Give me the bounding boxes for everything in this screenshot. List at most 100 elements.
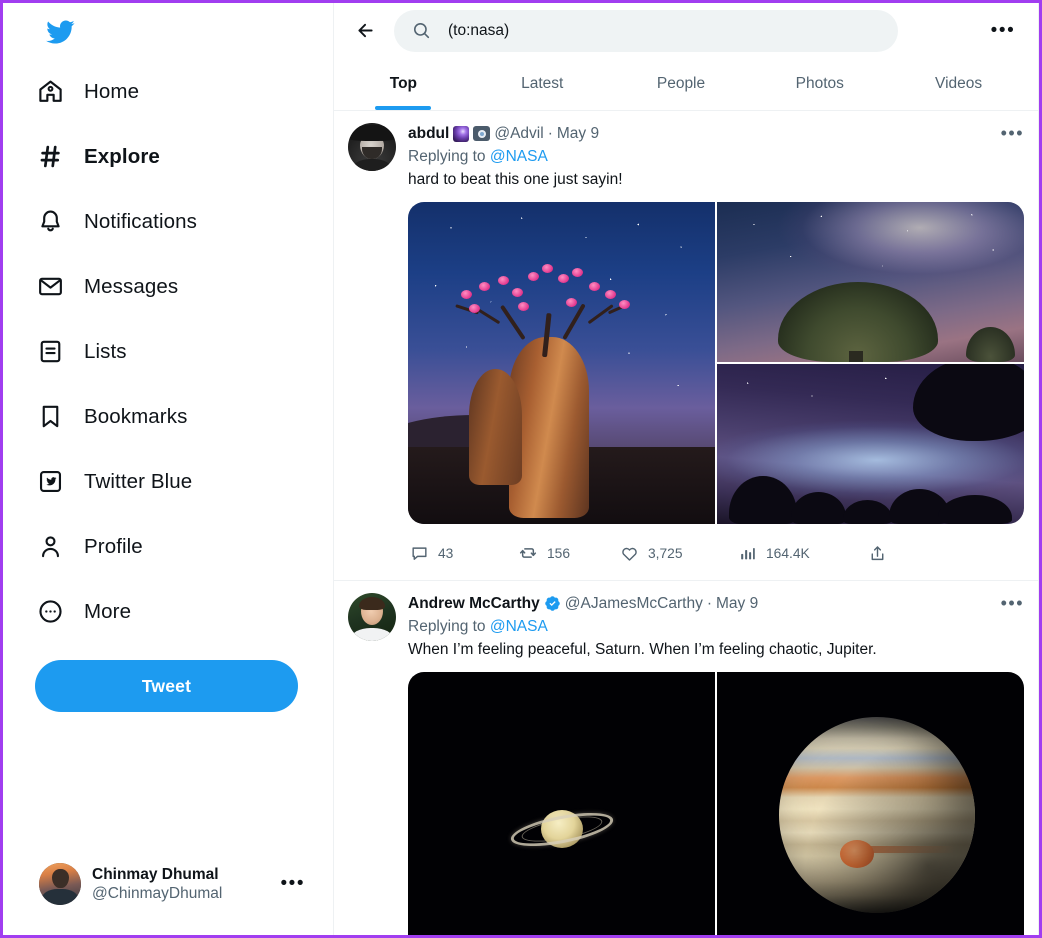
sidebar-item-profile[interactable]: Profile xyxy=(35,514,333,579)
retweet-button[interactable]: 156 xyxy=(518,543,620,563)
tweet-actions: 43 156 3,725 164.4K xyxy=(408,530,1024,576)
comment-icon xyxy=(412,546,427,560)
separator-dot: · xyxy=(706,595,712,612)
heart-icon xyxy=(622,547,637,561)
account-handle: @ChinmayDhumal xyxy=(92,885,223,902)
tweet-author-name[interactable]: abdul xyxy=(408,123,449,144)
tab-latest[interactable]: Latest xyxy=(473,58,612,110)
tab-people[interactable]: People xyxy=(612,58,751,110)
like-button[interactable]: 3,725 xyxy=(620,544,738,563)
retweet-count: 156 xyxy=(547,545,571,561)
tweet-author-handle[interactable]: @AJamesMcCarthy xyxy=(565,593,703,614)
sidebar-item-twitter-blue[interactable]: Twitter Blue xyxy=(35,449,333,514)
views-button[interactable]: 164.4K xyxy=(738,544,868,563)
twitter-bird-icon xyxy=(46,20,75,44)
milky-way-emoji xyxy=(453,125,470,142)
like-count: 3,725 xyxy=(648,545,683,561)
hashtag-icon xyxy=(35,142,65,172)
sidebar-item-home[interactable]: Home xyxy=(35,59,333,124)
tweet-replying-to: Replying to @NASA xyxy=(408,616,1024,637)
sidebar-item-more[interactable]: More xyxy=(35,579,333,644)
sidebar-item-lists[interactable]: Lists xyxy=(35,319,333,384)
tweet-media-grid xyxy=(408,672,1024,935)
envelope-icon xyxy=(35,272,65,302)
search-settings-button[interactable]: ••• xyxy=(986,14,1020,48)
tab-label: Top xyxy=(389,75,418,92)
search-box[interactable] xyxy=(394,9,898,52)
tweet-body: Andrew McCarthy @AJamesMcCarthy · May 9 … xyxy=(408,593,1024,935)
photo-jupiter[interactable] xyxy=(717,672,1024,935)
tweet-author-name[interactable]: Andrew McCarthy xyxy=(408,593,540,614)
photo-dragon-blood-tree-milky-way[interactable] xyxy=(717,202,1024,362)
tab-active-indicator xyxy=(792,106,848,110)
tab-photos[interactable]: Photos xyxy=(750,58,889,110)
verified-badge-icon xyxy=(545,596,560,611)
tree-canopy xyxy=(445,263,648,357)
photo-saturn[interactable] xyxy=(408,672,715,935)
tweet-more-button[interactable]: ••• xyxy=(993,593,1024,614)
avatar xyxy=(39,863,81,905)
avatar[interactable] xyxy=(348,593,396,641)
share-upload-icon xyxy=(871,545,884,560)
tab-label: Latest xyxy=(521,75,564,92)
account-switcher[interactable]: Chinmay Dhumal @ChinmayDhumal ••• xyxy=(35,857,315,911)
search-icon xyxy=(412,21,432,40)
tab-active-indicator xyxy=(931,106,987,110)
tab-label: People xyxy=(656,75,706,92)
sidebar-item-label: Lists xyxy=(84,339,127,363)
jupiter-disc xyxy=(778,716,975,913)
tab-label: Videos xyxy=(935,75,983,92)
tab-label: Photos xyxy=(795,75,844,92)
back-button[interactable] xyxy=(348,14,382,48)
ellipsis-icon[interactable]: ••• xyxy=(281,873,311,895)
replying-mention[interactable]: @NASA xyxy=(490,618,548,635)
tweet-more-button[interactable]: ••• xyxy=(993,123,1024,144)
reply-button[interactable]: 43 xyxy=(410,544,518,563)
sidebar-item-messages[interactable]: Messages xyxy=(35,254,333,319)
sidebar-item-explore[interactable]: Explore xyxy=(35,124,333,189)
tweet-item[interactable]: Andrew McCarthy @AJamesMcCarthy · May 9 … xyxy=(334,581,1038,935)
tweet-button[interactable]: Tweet xyxy=(35,660,298,712)
tweet-body: abdul @Advil · May 9 ••• Replying to @NA… xyxy=(408,123,1024,580)
view-count: 164.4K xyxy=(766,545,810,561)
twitter-logo[interactable] xyxy=(3,9,333,59)
tweet-date[interactable]: May 9 xyxy=(557,123,599,144)
tweet-replying-to: Replying to @NASA xyxy=(408,146,1024,167)
tweet-button-container: Tweet xyxy=(3,644,333,712)
back-arrow-icon xyxy=(357,23,373,38)
app-window: Home Explore Notifications Messages List… xyxy=(0,0,1042,938)
tweet-item[interactable]: abdul @Advil · May 9 ••• Replying to @NA… xyxy=(334,111,1038,581)
tweet-author-handle[interactable]: @Advil xyxy=(494,123,543,144)
tweet-header: Andrew McCarthy @AJamesMcCarthy · May 9 … xyxy=(408,593,1024,614)
more-circle-icon xyxy=(35,597,65,627)
photo-silhouette-trees-milky-way[interactable] xyxy=(717,364,1024,524)
search-input[interactable] xyxy=(448,21,880,40)
sidebar-item-label: Notifications xyxy=(84,209,197,233)
photo-bottle-tree-starry-sky[interactable] xyxy=(408,202,715,524)
tweet-text: When I’m feeling peaceful, Saturn. When … xyxy=(408,641,877,658)
tweet-header: abdul @Advil · May 9 ••• xyxy=(408,123,1024,144)
sidebar: Home Explore Notifications Messages List… xyxy=(3,3,334,935)
tab-active-indicator xyxy=(514,106,570,110)
avatar[interactable] xyxy=(348,123,396,171)
main-column: ••• Top Latest People Photos Videos xyxy=(334,3,1039,935)
tweet-text: hard to beat this one just sayin! xyxy=(408,171,623,188)
reply-count: 43 xyxy=(438,545,454,561)
tweet-date[interactable]: May 9 xyxy=(716,593,758,614)
analytics-bars-icon xyxy=(741,547,755,559)
twitter-blue-icon xyxy=(35,467,65,497)
replying-mention[interactable]: @NASA xyxy=(490,148,548,165)
tab-top[interactable]: Top xyxy=(334,58,473,110)
retweet-icon xyxy=(519,548,537,558)
tab-videos[interactable]: Videos xyxy=(889,58,1028,110)
sidebar-item-bookmarks[interactable]: Bookmarks xyxy=(35,384,333,449)
bell-icon xyxy=(35,207,65,237)
search-header: ••• xyxy=(334,3,1038,58)
person-icon xyxy=(35,532,65,562)
share-button[interactable] xyxy=(868,544,887,563)
bookmark-icon xyxy=(35,402,65,432)
camera-emoji xyxy=(473,126,491,141)
sidebar-item-notifications[interactable]: Notifications xyxy=(35,189,333,254)
replying-prefix: Replying to xyxy=(408,618,486,635)
